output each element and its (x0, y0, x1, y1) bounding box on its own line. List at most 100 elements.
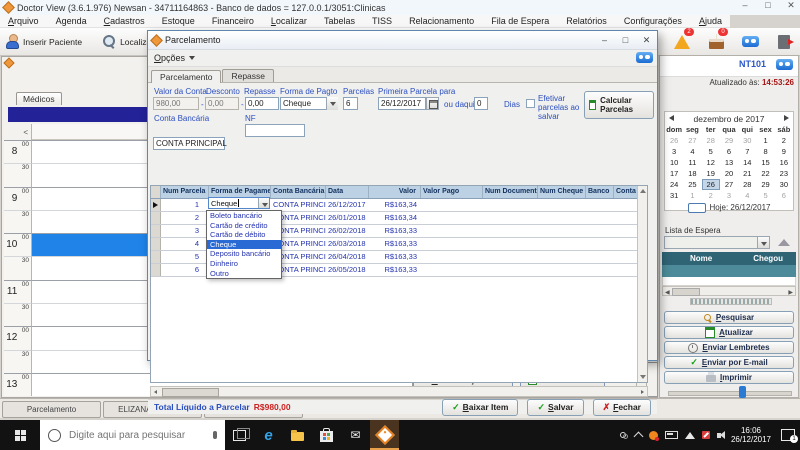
parcelas-field[interactable]: 6 (343, 97, 358, 110)
maximize-button[interactable]: □ (761, 0, 775, 11)
calendar-day[interactable]: 28 (702, 135, 720, 146)
calendar-day[interactable]: 18 (683, 168, 701, 179)
birthdays-button[interactable]: 0 (704, 31, 728, 53)
calendar-day[interactable]: 28 (738, 179, 756, 190)
menu-item[interactable]: Relacionamento (409, 15, 474, 27)
messages-button[interactable] (738, 31, 762, 53)
forma-pagamento-editor[interactable]: Cheque (208, 197, 270, 209)
menu-item[interactable]: Arquivo (8, 15, 39, 27)
taskbar-search[interactable] (40, 420, 225, 450)
calendar-day[interactable]: 2 (775, 135, 793, 146)
save-button[interactable]: ✓Salvar (527, 399, 583, 416)
dialog-tab[interactable]: Repasse (222, 69, 274, 82)
row-selector[interactable] (151, 199, 161, 211)
primeira-data-field[interactable]: 26/12/2017 (378, 97, 426, 110)
calendar-day[interactable]: 1 (683, 190, 701, 201)
doctor-view-taskbar-button[interactable] (370, 420, 399, 450)
battery-icon[interactable] (665, 431, 678, 439)
options-menu[interactable]: Opções (154, 53, 185, 63)
row-selector[interactable] (151, 264, 161, 276)
dias-stepper[interactable] (488, 97, 499, 110)
dialog-close-button[interactable]: ✕ (640, 35, 653, 46)
calendar-day[interactable]: 21 (738, 168, 756, 179)
calendar-day[interactable]: 26 (665, 135, 683, 146)
panel-splitter[interactable] (690, 298, 772, 305)
calendar-day[interactable]: 9 (775, 146, 793, 157)
close-button[interactable]: ✕ (784, 0, 798, 11)
grid-vertical-scrollbar[interactable] (637, 186, 647, 382)
efetivar-checkbox[interactable] (526, 99, 535, 108)
menu-item[interactable]: Localizar (271, 15, 307, 27)
grid-horizontal-scrollbar[interactable] (150, 386, 648, 397)
dropdown-option[interactable]: Cartão de crédito (207, 221, 281, 231)
calendar-day[interactable]: 3 (720, 190, 738, 201)
start-button[interactable] (0, 420, 40, 450)
conta-bancaria-select[interactable]: CONTA PRINCIPAL (153, 137, 225, 150)
chat-icon[interactable] (776, 59, 793, 70)
calendar-day[interactable]: 29 (720, 135, 738, 146)
queue-scrollbar[interactable]: ◀▶ (662, 286, 796, 296)
calendar-day[interactable]: 6 (720, 146, 738, 157)
dropdown-option[interactable]: Cheque (207, 240, 281, 250)
menu-item[interactable]: Tabelas (324, 15, 355, 27)
row-selector[interactable] (151, 225, 161, 237)
calendar-day[interactable]: 5 (702, 146, 720, 157)
calendar-prev-icon[interactable] (669, 115, 674, 121)
calendar-day[interactable]: 22 (756, 168, 774, 179)
scrollbar-thumb[interactable] (162, 388, 219, 397)
menu-item[interactable]: Estoque (162, 15, 195, 27)
calendar-day[interactable]: 31 (665, 190, 683, 201)
row-selector[interactable] (151, 238, 161, 250)
dias-field[interactable]: 0 (474, 97, 488, 110)
chevron-up-icon[interactable] (634, 431, 644, 441)
chevron-down-icon[interactable] (258, 198, 269, 208)
collapse-button[interactable] (774, 236, 794, 249)
menu-item[interactable]: Agenda (56, 15, 87, 27)
calendar-day[interactable]: 6 (775, 190, 793, 201)
insert-patient-button[interactable]: Inserir Paciente (0, 32, 88, 51)
antivirus-icon[interactable] (649, 431, 658, 440)
dropdown-option[interactable]: Boleto bancário (207, 211, 281, 221)
store-button[interactable] (312, 420, 341, 450)
menu-item[interactable]: Ajuda (699, 15, 722, 27)
calendar-day[interactable]: 5 (756, 190, 774, 201)
menu-item[interactable]: Financeiro (212, 15, 254, 27)
tab-medicos[interactable]: Médicos (16, 92, 62, 105)
calendar-day[interactable]: 30 (775, 179, 793, 190)
calendar-day[interactable]: 24 (665, 179, 683, 190)
task-view-button[interactable] (225, 420, 254, 450)
dropdown-option[interactable]: Outro (207, 269, 281, 279)
wifi-icon[interactable] (685, 432, 695, 439)
calendar-day[interactable]: 15 (756, 157, 774, 168)
dropdown-option[interactable]: Deposito bancário (207, 249, 281, 259)
search-button[interactable]: Pesquisar (664, 311, 794, 324)
settle-item-button[interactable]: ✓Baixar Item (442, 399, 518, 416)
chat-icon[interactable] (636, 52, 653, 63)
dialog-minimize-button[interactable]: – (598, 35, 611, 46)
calendar-day[interactable]: 4 (683, 146, 701, 157)
exit-button[interactable] (772, 31, 796, 53)
calendar-day[interactable]: 10 (665, 157, 683, 168)
calendar-day[interactable]: 26 (702, 179, 720, 190)
dialog-tab[interactable]: Parcelamento (151, 70, 221, 83)
file-explorer-button[interactable] (283, 420, 312, 450)
calendar-day[interactable]: 13 (720, 157, 738, 168)
calendar-day[interactable]: 3 (665, 146, 683, 157)
slider-thumb[interactable] (739, 386, 746, 398)
refresh-button[interactable]: Atualizar (664, 326, 794, 339)
close-dialog-button[interactable]: ✗Fechar (593, 399, 651, 416)
menu-item[interactable]: Relatórios (566, 15, 607, 27)
print-button[interactable]: Imprimir (664, 371, 794, 384)
calendar-day[interactable]: 23 (775, 168, 793, 179)
calendar-day[interactable]: 14 (738, 157, 756, 168)
calculate-installments-button[interactable]: Calcular Parcelas (584, 91, 654, 119)
calendar-picker-icon[interactable] (426, 97, 439, 110)
queue-row[interactable] (662, 265, 796, 277)
parcelas-stepper[interactable] (358, 97, 369, 110)
calendar-day[interactable]: 30 (738, 135, 756, 146)
calendar-day[interactable]: 27 (720, 179, 738, 190)
menu-item[interactable]: Fila de Espera (491, 15, 549, 27)
calendar-next-icon[interactable] (784, 115, 789, 121)
mail-button[interactable]: ✉ (341, 420, 370, 450)
speaker-icon[interactable] (717, 433, 721, 438)
